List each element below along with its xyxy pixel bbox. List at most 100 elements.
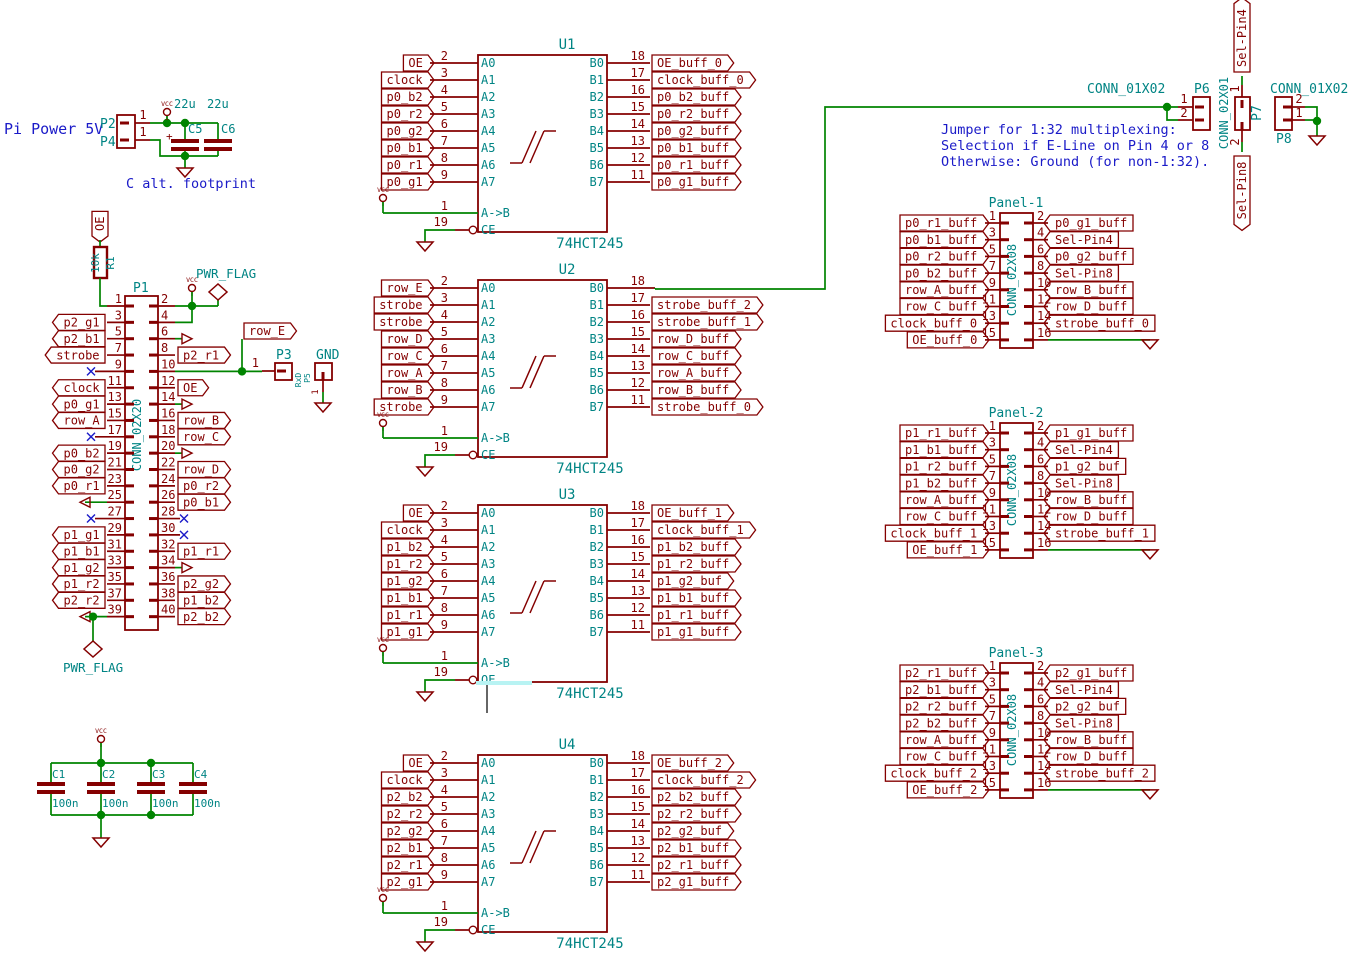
pwr-flag-label[interactable]: PWR_FLAG xyxy=(196,266,256,281)
pin-number[interactable]: 1 xyxy=(441,199,448,213)
pin-number[interactable]: 25 xyxy=(108,488,122,502)
gnd-symbol[interactable] xyxy=(1142,550,1158,559)
pin-number[interactable]: 5 xyxy=(441,550,448,564)
ref-C6[interactable]: C6 xyxy=(221,122,235,136)
pin-number[interactable]: 9 xyxy=(441,618,448,632)
pin-number[interactable]: 20 xyxy=(161,439,175,453)
pin-name[interactable]: B4 xyxy=(590,349,604,363)
vcc-symbol[interactable] xyxy=(98,736,105,743)
ref-P1[interactable]: P1 xyxy=(133,281,149,296)
vcc-symbol[interactable] xyxy=(380,895,387,902)
ref-P3[interactable]: P3 xyxy=(276,348,292,363)
pin-number[interactable]: 6 xyxy=(1037,452,1044,466)
pin-name-ce[interactable]: CE xyxy=(481,223,495,237)
pin-number[interactable]: 30 xyxy=(161,521,175,535)
pin-number[interactable]: 2 xyxy=(1180,106,1187,120)
pin-number[interactable]: 11 xyxy=(631,868,645,882)
pin-number[interactable]: 19 xyxy=(434,915,448,929)
pin-number[interactable]: 13 xyxy=(631,134,645,148)
pin-name[interactable]: A1 xyxy=(481,523,495,537)
pin-number[interactable]: 7 xyxy=(989,469,996,483)
gnd-pad-name[interactable]: GND xyxy=(316,348,340,363)
pin-name[interactable]: B3 xyxy=(590,107,604,121)
pin-number[interactable]: 10 xyxy=(161,357,175,371)
ref-C3[interactable]: C3 xyxy=(152,768,165,781)
pin-number[interactable]: 13 xyxy=(631,584,645,598)
pin-name[interactable]: A->B xyxy=(481,206,510,220)
pin-number[interactable]: 6 xyxy=(441,817,448,831)
pin-number[interactable]: 4 xyxy=(1037,226,1044,240)
pin-name[interactable]: A->B xyxy=(481,431,510,445)
pin-name[interactable]: B5 xyxy=(590,141,604,155)
unconnected-arrow[interactable] xyxy=(182,334,192,344)
pin-number[interactable]: 3 xyxy=(441,766,448,780)
pin-number[interactable]: 6 xyxy=(161,325,168,339)
ic-value[interactable]: 74HCT245 xyxy=(556,461,623,477)
ref-C1[interactable]: C1 xyxy=(52,768,65,781)
pin-number[interactable]: 5 xyxy=(441,800,448,814)
pin-number[interactable]: 5 xyxy=(989,452,996,466)
polyline[interactable] xyxy=(425,680,455,692)
pwr-flag-symbol[interactable] xyxy=(209,284,227,300)
pin-number[interactable]: 15 xyxy=(631,800,645,814)
pin-number[interactable]: 18 xyxy=(631,49,645,63)
pin-number[interactable]: 21 xyxy=(108,456,122,470)
pin-name[interactable]: B6 xyxy=(590,158,604,172)
pin-number[interactable]: 2 xyxy=(1295,92,1302,106)
value-C1[interactable]: 100n xyxy=(52,797,79,810)
pin-name[interactable]: B0 xyxy=(590,56,604,70)
pin-number[interactable]: 18 xyxy=(631,499,645,513)
ic-value[interactable]: 74HCT245 xyxy=(556,236,623,252)
connector-P6[interactable] xyxy=(1193,97,1210,130)
pin-name[interactable]: A3 xyxy=(481,557,495,571)
pin-number[interactable]: 8 xyxy=(161,341,168,355)
value-C2[interactable]: 100n xyxy=(102,797,129,810)
pin-number[interactable]: 8 xyxy=(1037,709,1044,723)
pin-number[interactable]: 4 xyxy=(1037,676,1044,690)
pin-number[interactable]: 15 xyxy=(631,550,645,564)
pin-number[interactable]: 2 xyxy=(1037,659,1044,673)
ic-ref-U3[interactable]: U3 xyxy=(559,487,576,503)
pin-number[interactable]: 32 xyxy=(161,537,175,551)
pin-number[interactable]: 1 xyxy=(441,649,448,663)
pin-name[interactable]: B6 xyxy=(590,608,604,622)
pin-number[interactable]: 3 xyxy=(989,676,996,690)
pin-number[interactable]: 1 xyxy=(1295,106,1302,120)
pin-number[interactable]: 26 xyxy=(161,488,175,502)
ic-value[interactable]: 74HCT245 xyxy=(556,936,623,952)
vcc-symbol[interactable] xyxy=(380,420,387,427)
ref-P8[interactable]: P8 xyxy=(1276,132,1292,147)
pin-number[interactable]: 8 xyxy=(441,601,448,615)
pin-number[interactable]: 19 xyxy=(434,440,448,454)
pin-number[interactable]: 24 xyxy=(161,472,175,486)
pin-name[interactable]: A2 xyxy=(481,790,495,804)
pin-number[interactable]: 14 xyxy=(631,342,645,356)
pin-number[interactable]: 34 xyxy=(161,554,175,568)
pin-number[interactable]: 4 xyxy=(441,83,448,97)
pin-number[interactable]: 1 xyxy=(989,659,996,673)
pwr-flag-label[interactable]: PWR_FLAG xyxy=(63,660,123,675)
pin-number[interactable]: 12 xyxy=(161,374,175,388)
pin-number[interactable]: 36 xyxy=(161,570,175,584)
pin-number[interactable]: 9 xyxy=(989,276,996,290)
polyline[interactable] xyxy=(425,230,455,242)
pin-number[interactable]: 16 xyxy=(631,533,645,547)
pin-name[interactable]: A0 xyxy=(481,281,495,295)
pin-number[interactable]: 1 xyxy=(311,389,321,394)
pin-name[interactable]: B6 xyxy=(590,383,604,397)
pin-number[interactable]: 11 xyxy=(631,168,645,182)
pin-name[interactable]: B3 xyxy=(590,332,604,346)
pin-number[interactable]: 5 xyxy=(115,325,122,339)
gnd-symbol[interactable] xyxy=(1142,340,1158,349)
pin-name[interactable]: A1 xyxy=(481,298,495,312)
ref-C2[interactable]: C2 xyxy=(102,768,115,781)
pin-number[interactable]: 19 xyxy=(108,439,122,453)
pin-number[interactable]: 8 xyxy=(1037,469,1044,483)
pin-number[interactable]: 1 xyxy=(989,209,996,223)
pin-number[interactable]: 8 xyxy=(441,151,448,165)
gnd-symbol[interactable] xyxy=(93,838,109,847)
ref-C5[interactable]: C5 xyxy=(188,122,202,136)
pin-name[interactable]: A3 xyxy=(481,332,495,346)
vcc-symbol[interactable] xyxy=(164,109,171,116)
pin-number[interactable]: 8 xyxy=(1037,259,1044,273)
